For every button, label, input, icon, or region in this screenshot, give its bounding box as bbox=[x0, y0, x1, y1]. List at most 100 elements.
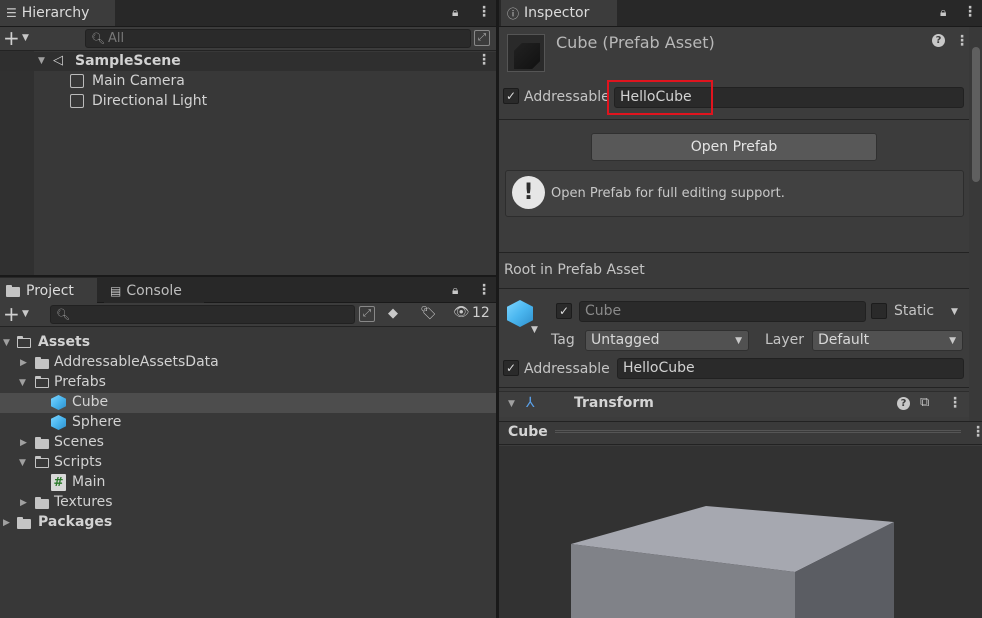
scene-menu-icon[interactable]: ⋮ bbox=[477, 52, 491, 68]
object-name-field[interactable]: Cube bbox=[579, 301, 866, 322]
hidden-count: 12 bbox=[472, 305, 490, 321]
transform-icon: ⅄ bbox=[526, 395, 535, 411]
addressable-checkbox[interactable]: ✓ bbox=[503, 88, 519, 104]
divider bbox=[499, 288, 969, 289]
preview-menu-icon[interactable]: ⋮ bbox=[971, 424, 982, 440]
help-icon[interactable]: ? bbox=[932, 34, 945, 47]
root-header: Root in Prefab Asset bbox=[504, 262, 645, 278]
addressable-checkbox-2[interactable]: ✓ bbox=[503, 360, 519, 376]
project-item-addressable-assets-data[interactable]: AddressableAssetsData bbox=[54, 352, 219, 372]
static-label: Static bbox=[894, 303, 935, 319]
drag-handle[interactable] bbox=[555, 430, 961, 433]
lock-icon[interactable]: 🔒︎ bbox=[452, 283, 458, 298]
info-icon: ⓘ bbox=[507, 6, 520, 21]
expand-triangle-icon[interactable]: ▶ bbox=[20, 498, 27, 508]
static-checkbox[interactable] bbox=[871, 303, 887, 319]
collapse-triangle-icon[interactable]: ▼ bbox=[19, 458, 26, 468]
tab-project[interactable]: Project bbox=[0, 278, 97, 303]
hierarchy-item-main-camera[interactable]: Main Camera bbox=[92, 71, 185, 91]
chevron-down-icon[interactable]: ▼ bbox=[531, 325, 538, 335]
addressable-label: Addressable bbox=[524, 89, 610, 105]
chevron-down-icon[interactable]: ▼ bbox=[22, 33, 29, 43]
add-icon[interactable]: + bbox=[3, 303, 20, 325]
layer-dropdown[interactable]: Default bbox=[812, 330, 963, 351]
open-prefab-button[interactable]: Open Prefab bbox=[591, 133, 877, 161]
project-menu-icon[interactable]: ⋮ bbox=[477, 282, 491, 298]
tab-console-label: Console bbox=[126, 282, 182, 299]
collapse-triangle-icon[interactable]: ▼ bbox=[3, 338, 10, 348]
tab-hierarchy-label: Hierarchy bbox=[21, 5, 90, 21]
asset-title: Cube (Prefab Asset) bbox=[556, 33, 715, 52]
gameobject-icon bbox=[70, 94, 84, 112]
collapse-triangle-icon[interactable]: ▼ bbox=[508, 399, 515, 409]
search-mode-icon[interactable]: ⤢ bbox=[359, 306, 375, 322]
hierarchy-search-placeholder: All bbox=[108, 31, 125, 46]
filter-by-label-icon[interactable]: 🏷︎ bbox=[420, 306, 437, 321]
component-menu-icon[interactable]: ⋮ bbox=[948, 395, 962, 411]
layer-value: Default bbox=[818, 332, 870, 348]
panel-splitter[interactable] bbox=[496, 0, 499, 618]
hierarchy-menu-icon[interactable]: ⋮ bbox=[477, 4, 491, 20]
add-icon[interactable]: + bbox=[3, 27, 20, 49]
expand-triangle-icon[interactable]: ▶ bbox=[20, 438, 27, 448]
hierarchy-item-directional-light[interactable]: Directional Light bbox=[92, 91, 207, 111]
project-item-prefabs[interactable]: Prefabs bbox=[54, 372, 106, 392]
hidden-packages-icon[interactable]: 👁︎ bbox=[453, 305, 470, 320]
inspector-menu-icon[interactable]: ⋮ bbox=[963, 4, 977, 20]
preview-viewport[interactable] bbox=[499, 446, 982, 618]
collapse-triangle-icon[interactable]: ▼ bbox=[19, 378, 26, 388]
panel-splitter[interactable] bbox=[0, 275, 496, 277]
static-dropdown-icon[interactable]: ▼ bbox=[951, 307, 958, 317]
component-name: Transform bbox=[574, 395, 654, 411]
layer-label: Layer bbox=[765, 332, 805, 348]
open-prefab-label: Open Prefab bbox=[690, 139, 778, 155]
project-item-textures[interactable]: Textures bbox=[54, 492, 113, 512]
project-item-packages[interactable]: Packages bbox=[38, 512, 112, 532]
project-item-scenes[interactable]: Scenes bbox=[54, 432, 104, 452]
tab-inspector-label: Inspector bbox=[524, 5, 590, 21]
tag-value: Untagged bbox=[591, 332, 660, 348]
expand-triangle-icon[interactable]: ▶ bbox=[20, 358, 27, 368]
list-icon: ☰ bbox=[6, 6, 17, 20]
lock-icon[interactable]: 🔒︎ bbox=[452, 5, 458, 20]
scrollbar-thumb[interactable] bbox=[972, 47, 980, 182]
cube-preview bbox=[571, 506, 894, 618]
help-icon[interactable]: ? bbox=[897, 397, 910, 410]
hierarchy-search-input[interactable]: 🔍︎ All bbox=[85, 29, 471, 48]
asset-menu-icon[interactable]: ⋮ bbox=[955, 33, 969, 49]
filter-by-type-icon[interactable]: ◆ bbox=[388, 306, 398, 321]
project-search-input[interactable]: 🔍︎ bbox=[50, 305, 355, 324]
expand-triangle-icon[interactable]: ▶ bbox=[3, 518, 10, 528]
folder-icon bbox=[35, 437, 49, 452]
folder-open-icon bbox=[34, 376, 49, 391]
tag-dropdown[interactable]: Untagged bbox=[585, 330, 749, 351]
warning-icon: ! bbox=[512, 176, 545, 209]
project-item-assets[interactable]: Assets bbox=[38, 332, 90, 352]
project-item-main[interactable]: Main bbox=[72, 472, 105, 492]
lock-icon[interactable]: 🔒︎ bbox=[940, 5, 946, 20]
tab-project-label: Project bbox=[26, 282, 74, 299]
prefab-cube-icon[interactable] bbox=[507, 300, 533, 331]
search-mode-icon[interactable]: ⤢ bbox=[474, 30, 490, 46]
project-item-scripts[interactable]: Scripts bbox=[54, 452, 102, 472]
search-icon: 🔍︎ bbox=[91, 32, 105, 45]
hierarchy-gutter bbox=[0, 51, 34, 275]
addressable-label-2: Addressable bbox=[524, 361, 610, 377]
project-item-cube[interactable]: Cube bbox=[72, 392, 108, 412]
collapse-triangle-icon[interactable]: ▼ bbox=[38, 56, 45, 66]
folder-icon bbox=[6, 284, 20, 297]
object-name-value: Cube bbox=[585, 303, 622, 319]
tab-hierarchy[interactable]: ☰ Hierarchy bbox=[0, 0, 115, 26]
tab-inspector[interactable]: ⓘ Inspector bbox=[501, 0, 617, 26]
active-checkbox[interactable]: ✓ bbox=[556, 303, 572, 319]
folder-icon bbox=[35, 497, 49, 512]
preset-icon[interactable]: ⧉ bbox=[920, 395, 929, 410]
project-item-sphere[interactable]: Sphere bbox=[72, 412, 121, 432]
chevron-down-icon[interactable]: ▼ bbox=[22, 309, 29, 319]
preview-header[interactable] bbox=[499, 421, 982, 445]
gameobject-icon bbox=[70, 74, 84, 92]
addressable-address-value-2: HelloCube bbox=[623, 360, 695, 376]
addressable-address-field-2[interactable]: HelloCube bbox=[617, 358, 964, 379]
tab-console[interactable]: ▤ Console bbox=[104, 278, 204, 303]
console-icon: ▤ bbox=[110, 283, 122, 298]
